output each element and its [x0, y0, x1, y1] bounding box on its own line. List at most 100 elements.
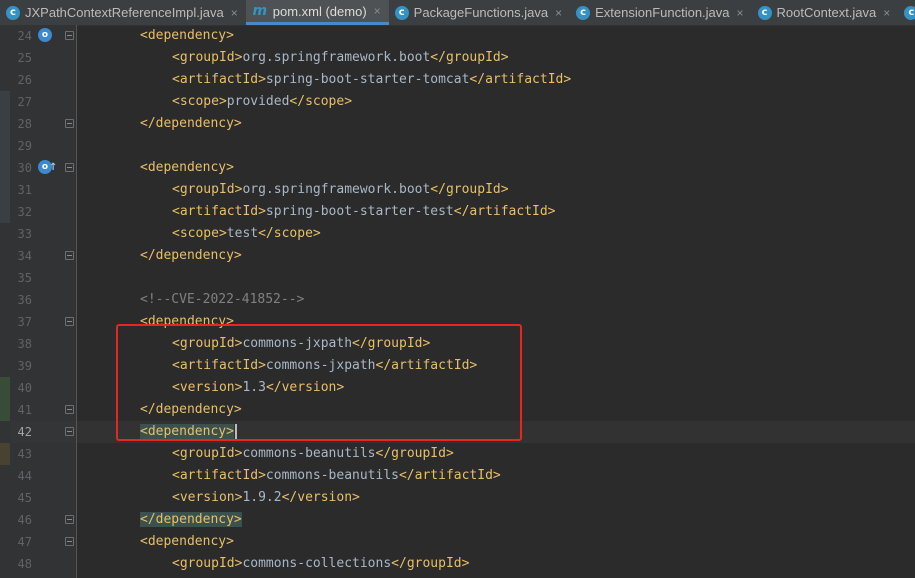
tab-label: PackageFunctions.java [413, 5, 549, 20]
override-icon[interactable]: o [38, 28, 52, 42]
line-number: 40 [17, 381, 32, 395]
code-line[interactable]: 35 [0, 267, 915, 289]
highlight-annotation-box [116, 324, 522, 441]
xml-tag: <groupId> [172, 182, 243, 197]
xml-tag: <dependency> [140, 28, 234, 43]
fold-marker-icon[interactable] [65, 427, 74, 436]
code-text: <version>1.9.2</version> [172, 487, 360, 509]
code-text: </dependency> [140, 113, 242, 135]
code-line[interactable]: 47 <dependency> [0, 531, 915, 553]
tab-rootcontext-java[interactable]: c RootContext.java × [752, 0, 899, 25]
line-number: 47 [17, 535, 32, 549]
code-line[interactable]: 24 o <dependency> [0, 25, 915, 47]
tab-extensionfunction-java[interactable]: c ExtensionFunction.java × [570, 0, 751, 25]
code-line[interactable]: 34 </dependency> [0, 245, 915, 267]
xml-tag: </groupId> [430, 50, 509, 65]
line-number: 35 [17, 271, 32, 285]
line-number: 24 [17, 29, 32, 43]
code-line[interactable]: 26 <artifactId>spring-boot-starter-tomcat… [0, 69, 915, 91]
xml-tag: </artifactId> [453, 204, 556, 219]
code-text: <groupId>org.springframework.boot</group… [172, 179, 509, 201]
close-icon[interactable]: × [555, 6, 562, 20]
tab-overflow[interactable]: c [898, 0, 915, 25]
xml-tag: <groupId> [172, 556, 243, 571]
xml-value: org.springframework.boot [242, 182, 431, 197]
line-number: 34 [17, 249, 32, 263]
tab-label: ExtensionFunction.java [595, 5, 730, 20]
xml-tag: </artifactId> [398, 468, 501, 483]
line-number: 38 [17, 337, 32, 351]
xml-tag: <scope> [172, 94, 227, 109]
tab-pom-xml-demo[interactable]: m pom.xml (demo) × [245, 0, 389, 25]
code-editor[interactable]: 24 o <dependency> 25 <groupId>org.springfram… [0, 25, 915, 578]
tab-label: JXPathContextReferenceImpl.java [25, 5, 224, 20]
code-line[interactable]: 45 <version>1.9.2</version> [0, 487, 915, 509]
xml-value: spring-boot-starter-tomcat [265, 72, 470, 87]
line-number: 42 [17, 425, 32, 439]
line-number: 25 [17, 51, 32, 65]
xml-tag: </scope> [289, 94, 353, 109]
code-line[interactable]: 27 <scope>provided</scope> [0, 91, 915, 113]
code-text: <artifactId>spring-boot-starter-tomcat</… [172, 69, 571, 91]
code-text: </dependency> [140, 509, 242, 531]
code-text: <groupId>org.springframework.boot</group… [172, 47, 509, 69]
xml-value: commons-beanutils [242, 446, 376, 461]
code-line[interactable]: 48 <groupId>commons-collections</groupId> [0, 553, 915, 575]
fold-marker-icon[interactable] [65, 163, 74, 172]
code-text: <artifactId>commons-beanutils</artifactI… [172, 465, 501, 487]
tab-packagefunctions-java[interactable]: c PackageFunctions.java × [389, 0, 570, 25]
xml-value: commons-collections [242, 556, 392, 571]
xml-comment: <!--CVE-2022-41852--> [140, 292, 305, 307]
fold-marker-icon[interactable] [65, 537, 74, 546]
fold-marker-icon[interactable] [65, 251, 74, 260]
xml-value: spring-boot-starter-test [265, 204, 454, 219]
maven-icon: m [252, 3, 268, 19]
code-text: <dependency> [140, 531, 234, 553]
line-number: 45 [17, 491, 32, 505]
class-icon: c [757, 5, 772, 20]
code-line[interactable]: 43 <groupId>commons-beanutils</groupId> [0, 443, 915, 465]
line-number: 46 [17, 513, 32, 527]
line-number: 32 [17, 205, 32, 219]
code-line[interactable]: 28 </dependency> [0, 113, 915, 135]
code-text: <dependency> [140, 157, 234, 179]
code-line[interactable]: 32 <artifactId>spring-boot-starter-test</… [0, 201, 915, 223]
xml-tag: <artifactId> [172, 72, 266, 87]
code-line[interactable]: 25 <groupId>org.springframework.boot</gro… [0, 47, 915, 69]
xml-tag: </artifactId> [469, 72, 572, 87]
code-line[interactable]: 44 <artifactId>commons-beanutils</artifac… [0, 465, 915, 487]
xml-tag: </version> [281, 490, 360, 505]
close-icon[interactable]: × [737, 6, 744, 20]
xml-tag: </dependency> [140, 512, 242, 527]
close-icon[interactable]: × [374, 4, 381, 18]
code-line[interactable]: 46 </dependency> [0, 509, 915, 531]
line-number: 27 [17, 95, 32, 109]
xml-tag: <version> [172, 490, 243, 505]
code-line[interactable]: 33 <scope>test</scope> [0, 223, 915, 245]
xml-tag: <artifactId> [172, 204, 266, 219]
line-number: 37 [17, 315, 32, 329]
xml-tag: <groupId> [172, 446, 243, 461]
code-line[interactable]: 29 [0, 135, 915, 157]
fold-marker-icon[interactable] [65, 405, 74, 414]
code-text: <!--CVE-2022-41852--> [140, 289, 304, 311]
code-line[interactable]: 30 o ↑ <dependency> [0, 157, 915, 179]
override-up-icon[interactable]: o ↑ [38, 160, 57, 174]
fold-marker-icon[interactable] [65, 515, 74, 524]
fold-marker-icon[interactable] [65, 317, 74, 326]
fold-marker-icon[interactable] [65, 119, 74, 128]
line-number: 44 [17, 469, 32, 483]
xml-tag: </dependency> [140, 116, 242, 131]
line-number: 41 [17, 403, 32, 417]
code-text: <groupId>commons-collections</groupId> [172, 553, 469, 575]
code-line[interactable]: 31 <groupId>org.springframework.boot</gro… [0, 179, 915, 201]
xml-tag: </groupId> [375, 446, 454, 461]
line-number: 28 [17, 117, 32, 131]
line-number: 39 [17, 359, 32, 373]
code-line[interactable]: 36 <!--CVE-2022-41852--> [0, 289, 915, 311]
close-icon[interactable]: × [883, 6, 890, 20]
tab-jxpathcontextreferenceimpl-java[interactable]: c JXPathContextReferenceImpl.java × [0, 0, 246, 25]
close-icon[interactable]: × [231, 6, 238, 20]
fold-marker-icon[interactable] [65, 31, 74, 40]
code-text: <groupId>commons-beanutils</groupId> [172, 443, 454, 465]
